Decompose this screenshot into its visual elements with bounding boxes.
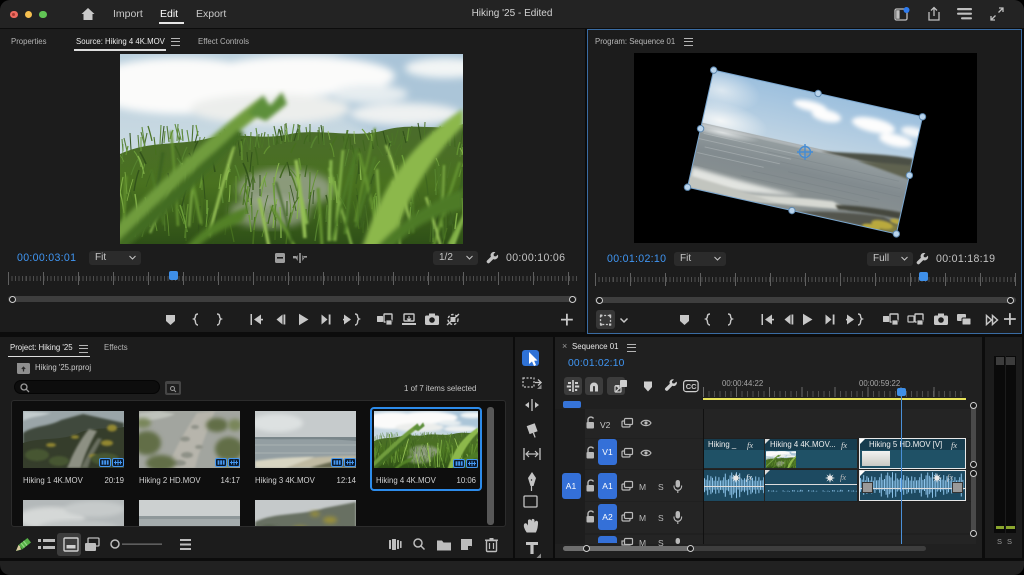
svg-text:S: S: [658, 482, 664, 492]
svg-text:M: M: [639, 513, 646, 523]
svg-text:M: M: [639, 482, 646, 492]
svg-text:V2: V2: [600, 420, 611, 430]
svg-text:S: S: [658, 513, 664, 523]
svg-text:CC: CC: [686, 382, 697, 391]
